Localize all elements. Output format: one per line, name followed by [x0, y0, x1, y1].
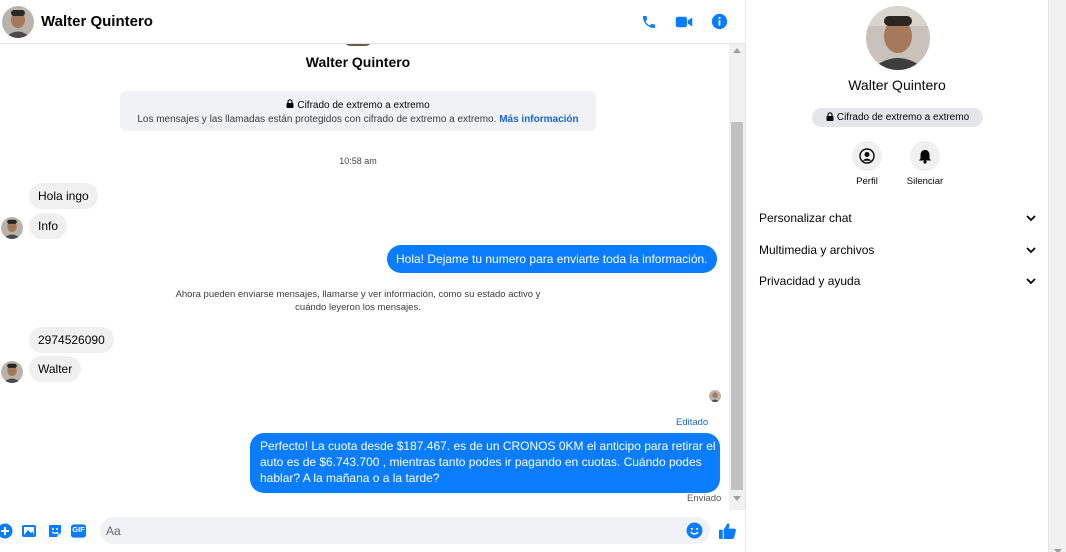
- gif-label: GIF: [72, 525, 85, 534]
- header-contact-name[interactable]: Walter Quintero: [41, 13, 153, 30]
- section-privacy-help[interactable]: Privacidad y ayuda: [759, 270, 1036, 292]
- chat-header: Walter Quintero: [0, 0, 745, 44]
- contact-avatar-top: [343, 44, 373, 46]
- contact-avatar[interactable]: [2, 5, 34, 38]
- scroll-thumb[interactable]: [731, 122, 743, 490]
- message-bubble-outgoing[interactable]: Hola! Dejame tu numero para enviarte tod…: [387, 245, 717, 273]
- emoji-icon[interactable]: [686, 522, 703, 539]
- sent-status: Enviado: [687, 493, 722, 504]
- system-notice: Ahora pueden enviarse mensajes, llamarse…: [175, 289, 541, 313]
- page-scrollbar[interactable]: [1048, 0, 1066, 552]
- message-timestamp: 10:58 am: [339, 156, 377, 166]
- message-line: auto es de $6.743.700 , mientras tanto p…: [260, 455, 702, 469]
- message-bubble-outgoing[interactable]: Perfecto! La cuota desde $187.467. es de…: [250, 433, 720, 493]
- profile-icon: [852, 141, 882, 171]
- seen-avatar: [709, 390, 721, 402]
- sticker-icon[interactable]: [46, 522, 63, 539]
- chat-contact-name: Walter Quintero: [305, 54, 411, 70]
- chevron-down-icon: [1026, 274, 1036, 288]
- image-icon[interactable]: [20, 522, 37, 539]
- section-label: Privacidad y ayuda: [759, 274, 861, 288]
- phone-icon[interactable]: [640, 13, 658, 31]
- profile-name: Walter Quintero: [848, 77, 946, 93]
- message-line: Perfecto! La cuota desde $187.467. es de…: [260, 439, 716, 453]
- scroll-down-arrow[interactable]: [733, 496, 741, 504]
- section-label: Multimedia y archivos: [759, 243, 875, 257]
- plus-icon[interactable]: [0, 522, 13, 539]
- edited-label[interactable]: Editado: [676, 417, 708, 428]
- lock-icon: [286, 99, 294, 111]
- encryption-title: Cifrado de extremo a extremo: [297, 99, 430, 111]
- message-input[interactable]: [100, 517, 710, 544]
- chat-scrollbar[interactable]: [729, 44, 745, 510]
- message-composer: GIF: [0, 510, 745, 552]
- message-bubble-incoming[interactable]: 2974526090: [29, 327, 114, 353]
- encryption-subtitle: Los mensajes y las llamadas están proteg…: [137, 114, 497, 125]
- thumbs-up-icon[interactable]: [717, 521, 737, 540]
- video-icon[interactable]: [675, 13, 693, 31]
- scroll-down-arrow[interactable]: [1054, 541, 1062, 552]
- message-list[interactable]: Walter Quintero Cifrado de extremo a ext…: [0, 44, 729, 510]
- profile-avatar[interactable]: [866, 6, 930, 70]
- encryption-badge-label: Cifrado de extremo a extremo: [836, 112, 970, 123]
- chevron-down-icon: [1026, 243, 1036, 257]
- profile-button[interactable]: Perfil: [837, 141, 897, 187]
- sender-avatar: [1, 361, 23, 383]
- message-bubble-incoming[interactable]: Walter: [29, 356, 82, 382]
- conversation-info-panel: Walter Quintero Cifrado de extremo a ext…: [746, 0, 1048, 552]
- section-label: Personalizar chat: [759, 211, 852, 225]
- encryption-notice: Cifrado de extremo a extremo Los mensaje…: [120, 91, 596, 131]
- profile-button-label: Perfil: [856, 176, 878, 187]
- chevron-down-icon: [1026, 211, 1036, 225]
- gif-icon[interactable]: GIF: [70, 522, 87, 539]
- sender-avatar: [1, 217, 23, 239]
- more-info-link[interactable]: Más información: [499, 114, 578, 125]
- scroll-up-arrow[interactable]: [733, 48, 741, 56]
- mute-button-label: Silenciar: [906, 176, 944, 187]
- message-line: hablar? A la mañana o a la tarde?: [260, 471, 440, 485]
- lock-icon: [826, 111, 834, 124]
- mute-button[interactable]: Silenciar: [895, 141, 955, 187]
- message-bubble-incoming[interactable]: Info: [29, 213, 68, 239]
- section-customize-chat[interactable]: Personalizar chat: [759, 207, 1036, 229]
- encryption-badge: Cifrado de extremo a extremo: [812, 108, 983, 127]
- bell-icon: [910, 141, 940, 171]
- message-bubble-incoming[interactable]: Hola ingo: [29, 183, 98, 209]
- info-icon[interactable]: [710, 13, 728, 31]
- section-media-files[interactable]: Multimedia y archivos: [759, 239, 1036, 261]
